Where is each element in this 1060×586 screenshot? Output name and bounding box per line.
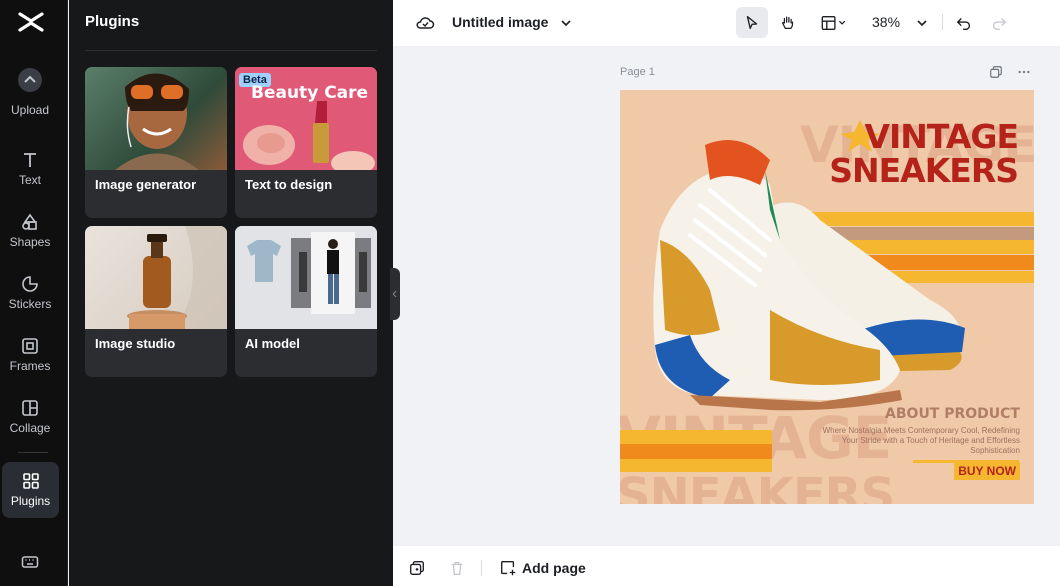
plugin-card-ai-model[interactable]: AI model: [235, 226, 377, 377]
bottom-divider: [481, 560, 482, 576]
headline: VINTAGE SNEAKERS: [829, 117, 1019, 190]
shapes-icon: [22, 213, 37, 230]
capcut-logo-icon[interactable]: [17, 9, 45, 35]
cloud-sync-button[interactable]: [409, 7, 441, 38]
rail-frames[interactable]: Frames: [0, 330, 60, 386]
rail-collage[interactable]: Collage: [0, 392, 60, 448]
about-title: ABOUT PRODUCT: [885, 406, 1020, 422]
plugin-card-image-studio[interactable]: Image studio: [85, 226, 227, 377]
top-toolbar: Untitled image 38%: [393, 0, 1060, 46]
plugin-card-text-to-design[interactable]: Beta Beauty Care Text to design: [235, 67, 377, 218]
keyboard-icon: [21, 556, 39, 568]
rail-divider: [18, 452, 48, 453]
add-page-icon: [501, 560, 516, 575]
rail-collage-label: Collage: [9, 421, 51, 435]
rail-keyboard-shortcuts[interactable]: [0, 546, 60, 586]
layout-icon: [821, 15, 846, 30]
plugins-icon: [22, 473, 39, 489]
rail-shapes[interactable]: Shapes: [0, 206, 60, 262]
headline-line-2: SNEAKERS: [829, 151, 1019, 190]
toolbar-divider: [942, 14, 943, 30]
duplicate-page-button[interactable]: [988, 64, 1004, 80]
panel-title: Plugins: [85, 13, 140, 30]
design-artboard[interactable]: VINTAGE VINTAGE SNEAKERS VINTAGE SNEAKER…: [620, 90, 1034, 504]
chevron-left-icon: [392, 290, 397, 298]
select-tool-button[interactable]: [736, 7, 768, 38]
about-body: Where Nostalgia Meets Contemporary Cool,…: [822, 426, 1020, 455]
image-studio-thumbnail: [85, 226, 227, 329]
duplicate-add-icon: [410, 560, 424, 575]
duplicate-icon: [990, 66, 1002, 78]
hand-icon: [781, 16, 794, 29]
plugin-card-label: AI model: [245, 336, 300, 351]
plugins-panel: Plugins Image generator Beta Beauty Care…: [69, 0, 393, 586]
rail-stickers-label: Stickers: [8, 297, 52, 311]
zoom-menu-button[interactable]: [906, 7, 938, 38]
page-label: Page 1: [620, 66, 655, 78]
redo-button[interactable]: [983, 7, 1015, 38]
stickers-icon: [22, 276, 38, 292]
ai-model-thumbnail: [235, 226, 377, 329]
rail-upload-label: Upload: [10, 103, 50, 117]
rail-shapes-label: Shapes: [9, 235, 51, 249]
panel-divider: [85, 50, 377, 51]
rail-frames-label: Frames: [9, 359, 51, 373]
duplicate-page-bottom-button[interactable]: [401, 552, 433, 583]
delete-page-button[interactable]: [441, 552, 473, 583]
frames-icon: [22, 338, 38, 354]
text-icon: [24, 153, 36, 167]
panel-collapse-handle[interactable]: [390, 268, 400, 320]
rail-upload[interactable]: Upload: [0, 66, 60, 122]
add-page-icon-button[interactable]: [492, 552, 524, 583]
upload-icon: [18, 68, 42, 92]
page-more-button[interactable]: [1016, 64, 1032, 80]
hand-tool-button[interactable]: [772, 7, 804, 38]
rail-plugins-label: Plugins: [10, 494, 51, 508]
cursor-icon: [746, 15, 758, 29]
cloud-icon: [416, 16, 435, 29]
trash-icon: [451, 561, 463, 575]
add-page-button[interactable]: Add page: [522, 560, 586, 576]
text-to-design-thumbnail: Beta Beauty Care: [235, 67, 377, 170]
undo-icon: [956, 17, 971, 30]
buy-now-button: BUY NOW: [954, 462, 1020, 480]
more-horizontal-icon: [1018, 70, 1030, 74]
rail-plugins[interactable]: Plugins: [2, 462, 59, 518]
layout-menu-button[interactable]: [813, 7, 855, 38]
plugin-card-label: Image studio: [95, 336, 176, 351]
rail-text-label: Text: [18, 173, 41, 187]
plugin-card-label: Image generator: [95, 177, 197, 192]
zoom-level[interactable]: 38%: [872, 14, 900, 30]
rail-stickers[interactable]: Stickers: [0, 268, 60, 324]
collage-icon: [22, 400, 38, 416]
undo-button[interactable]: [948, 7, 980, 38]
image-generator-thumbnail: [85, 67, 227, 170]
plugin-card-image-generator[interactable]: Image generator: [85, 67, 227, 218]
beauty-care-thumb-text: Beauty Care: [251, 83, 369, 103]
title-menu-button[interactable]: [550, 7, 582, 38]
left-rail: Upload Text Shapes Stickers Frames Colla…: [0, 0, 68, 586]
chevron-down-icon: [917, 19, 927, 26]
redo-icon: [992, 17, 1007, 30]
rail-text[interactable]: Text: [0, 144, 60, 200]
plugin-card-label: Text to design: [245, 177, 333, 192]
headline-line-1: VINTAGE: [864, 117, 1019, 156]
bottom-toolbar: Add page: [393, 546, 1060, 586]
chevron-down-icon: [561, 19, 571, 26]
document-title[interactable]: Untitled image: [452, 14, 548, 30]
